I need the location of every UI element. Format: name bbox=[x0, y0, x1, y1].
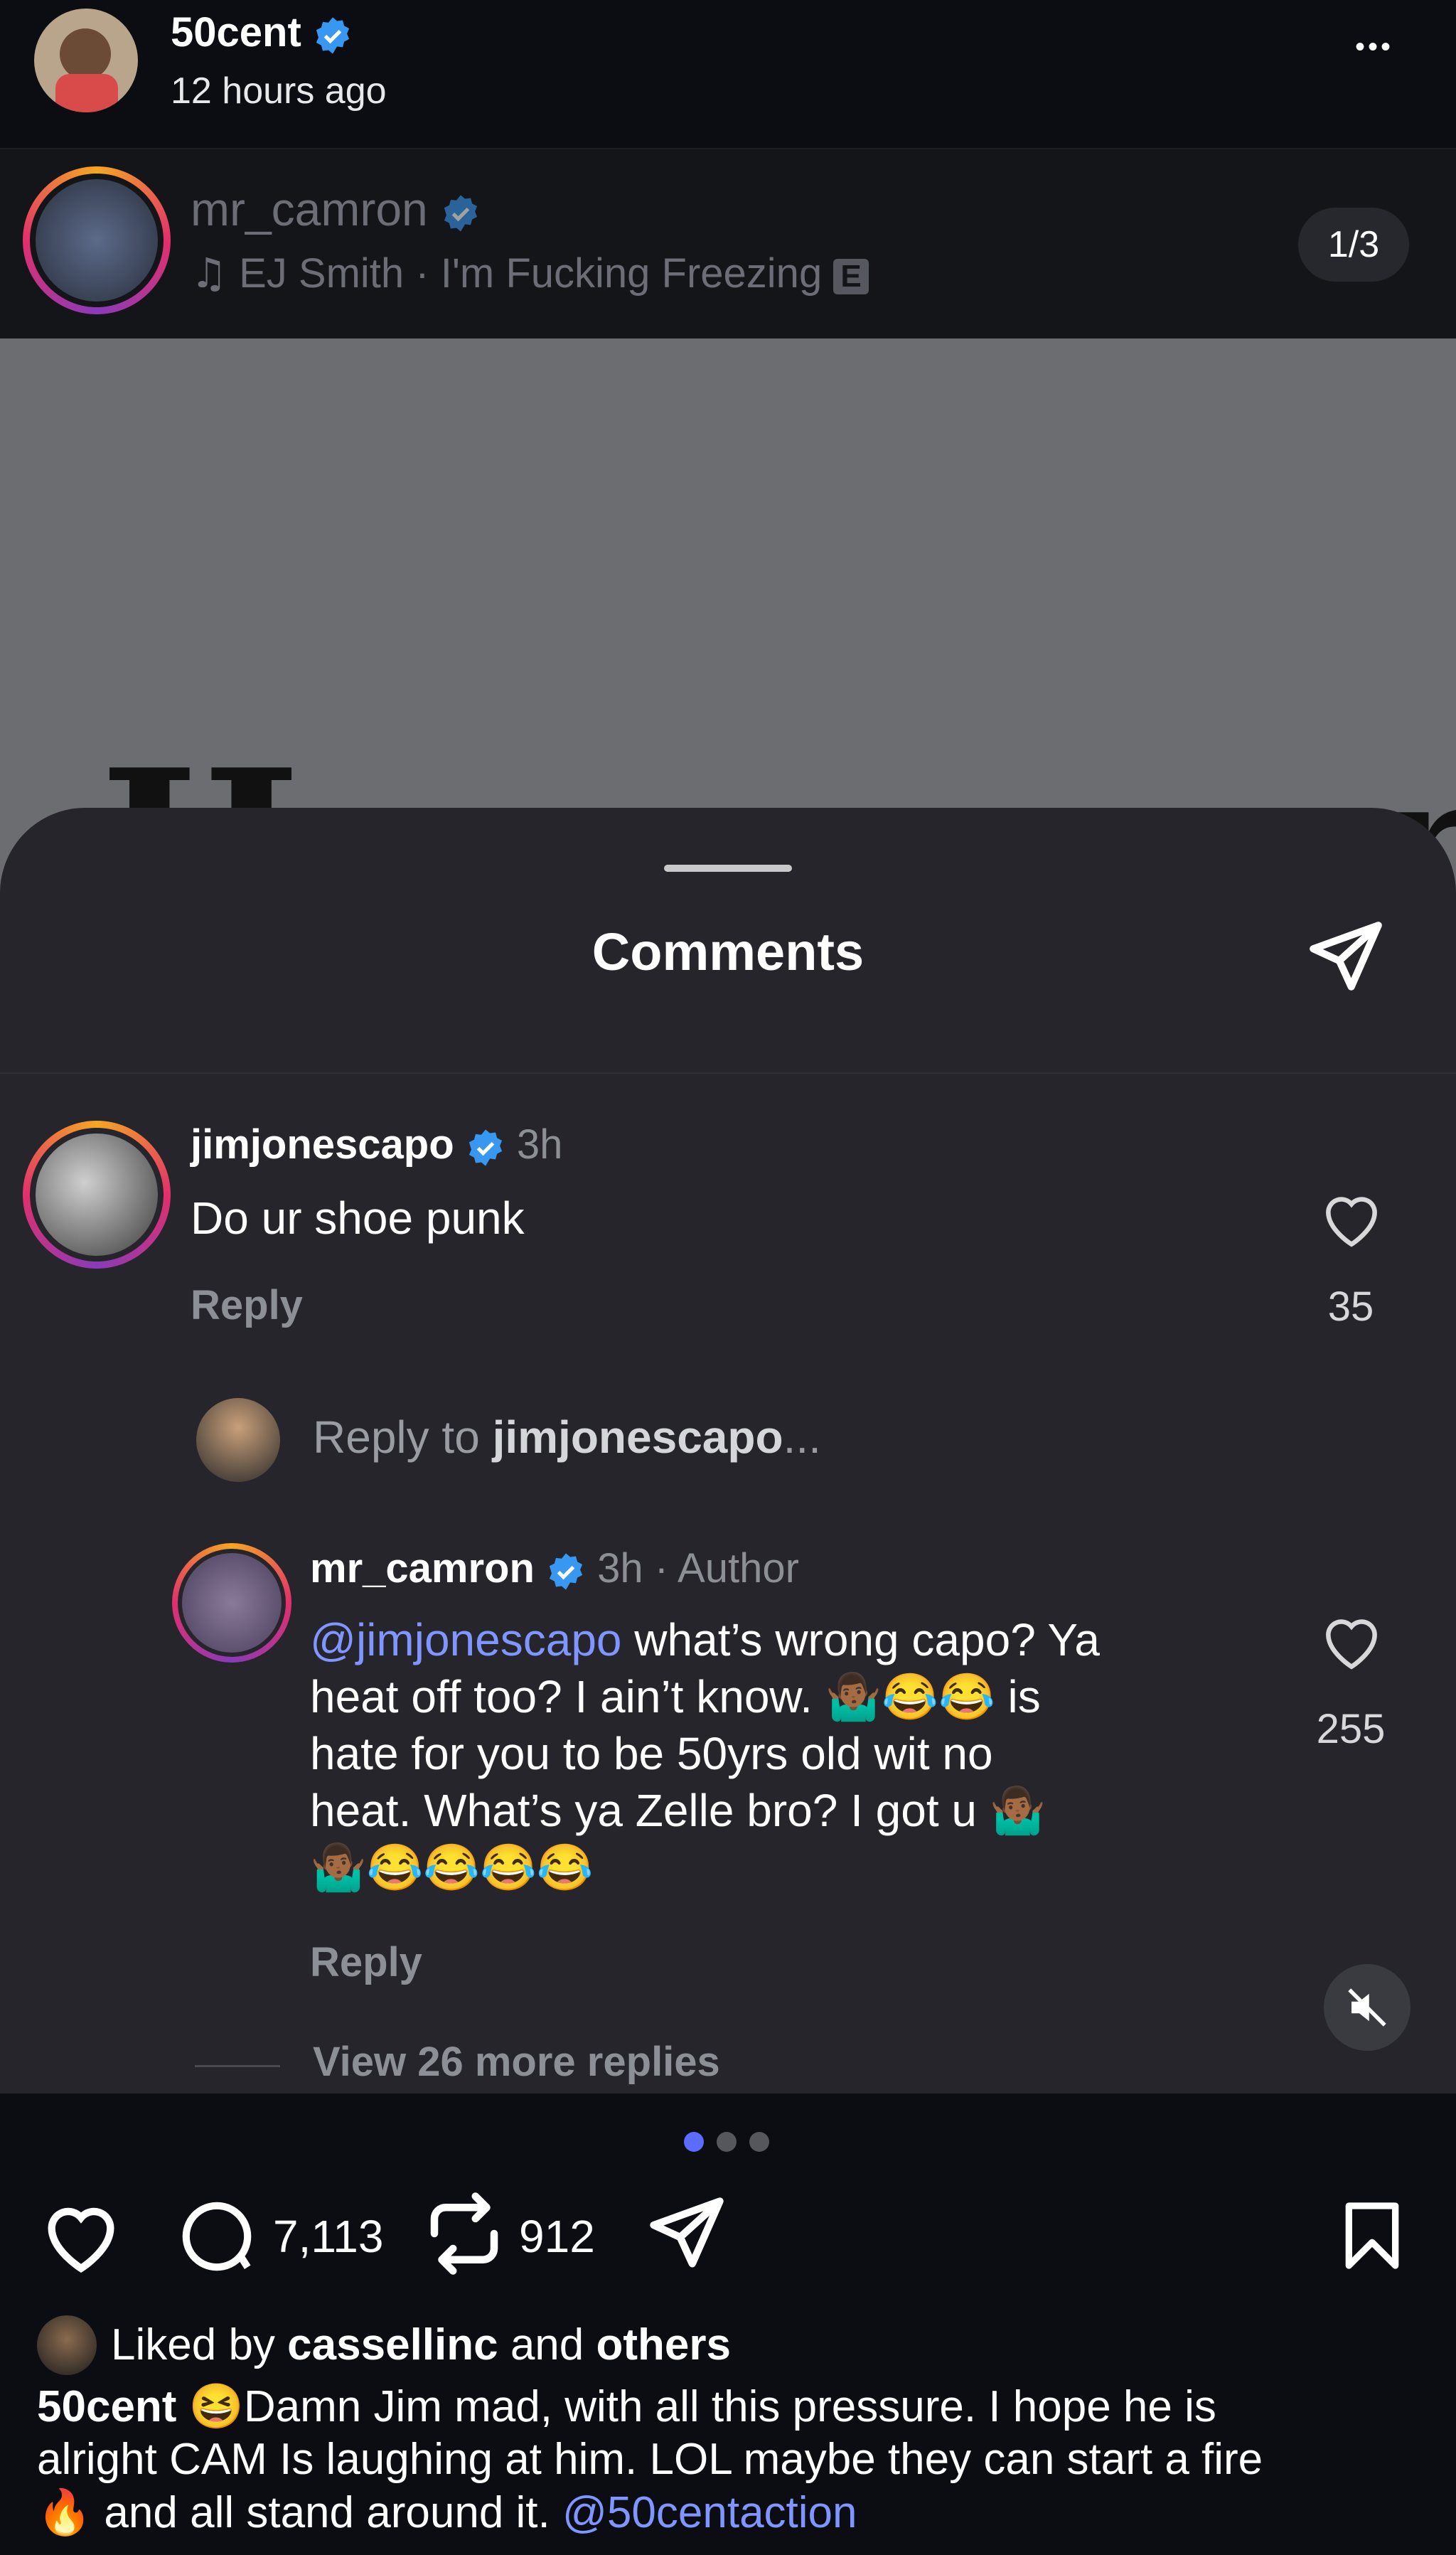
commenter-avatar[interactable] bbox=[23, 1121, 171, 1269]
reply-header: mr_camron 3h · Author bbox=[310, 1545, 799, 1592]
like-heart-icon[interactable] bbox=[1317, 1185, 1386, 1254]
comment-count: 7,113 bbox=[273, 2211, 384, 2262]
post-caption: 50cent 😆Damn Jim mad, with all this pres… bbox=[37, 2382, 1263, 2538]
reply-text: @jimjonescapo what’s wrong capo? Ya heat… bbox=[310, 1614, 1100, 1893]
reply-button[interactable]: Reply bbox=[191, 1281, 303, 1329]
post-header: 50cent 12 hours ago ••• bbox=[0, 0, 1456, 149]
more-options-icon[interactable]: ••• bbox=[1355, 31, 1393, 63]
reply-mention-link[interactable]: @jimjonescapo bbox=[310, 1614, 622, 1665]
verified-icon bbox=[444, 194, 478, 232]
reply-author-avatar[interactable] bbox=[172, 1543, 291, 1663]
comment-username[interactable]: jimjonescapo bbox=[191, 1121, 454, 1168]
verified-icon bbox=[469, 1129, 502, 1166]
reel-header: mr_camron ♫ EJ Smith · I'm Fucking Freez… bbox=[0, 149, 1456, 338]
reel-author-avatar[interactable] bbox=[23, 166, 171, 314]
reply-like-count: 255 bbox=[1316, 1706, 1386, 1752]
reel-music[interactable]: ♫ EJ Smith · I'm Fucking Freezing E bbox=[191, 249, 869, 297]
liker-avatar bbox=[37, 2315, 97, 2375]
view-more-replies[interactable]: View 26 more replies bbox=[313, 2038, 720, 2086]
comment-header: jimjonescapo 3h bbox=[191, 1121, 562, 1168]
carousel-dots bbox=[684, 2132, 772, 2153]
bookmark-icon[interactable] bbox=[1332, 2192, 1412, 2280]
sheet-title: Comments bbox=[592, 922, 864, 981]
explicit-badge: E bbox=[833, 258, 869, 294]
reel-username[interactable]: mr_camron bbox=[191, 182, 481, 236]
sheet-drag-handle[interactable] bbox=[664, 865, 792, 872]
mute-toggle[interactable] bbox=[1324, 1964, 1410, 2051]
carousel-dot bbox=[749, 2132, 769, 2152]
comment-icon[interactable] bbox=[173, 2193, 260, 2280]
current-user-avatar bbox=[196, 1398, 280, 1482]
like-heart-icon[interactable] bbox=[1317, 1607, 1386, 1677]
reply-input-prompt[interactable]: Reply to jimjonescapo... bbox=[313, 1411, 821, 1463]
carousel-dot-active bbox=[684, 2132, 704, 2152]
verified-icon bbox=[316, 17, 350, 54]
like-icon[interactable] bbox=[37, 2193, 125, 2281]
music-note-icon: ♫ bbox=[191, 249, 228, 297]
reply-username[interactable]: mr_camron bbox=[310, 1545, 535, 1591]
caption-mention-link[interactable]: @50centaction bbox=[562, 2488, 857, 2537]
repost-icon[interactable] bbox=[419, 2189, 509, 2278]
reply-button[interactable]: Reply bbox=[310, 1938, 422, 1986]
post-time: 12 hours ago bbox=[171, 70, 387, 112]
comment-text: Do ur shoe punk bbox=[191, 1193, 525, 1244]
reply-meta: 3h · Author bbox=[597, 1545, 799, 1591]
comment-like-count: 35 bbox=[1327, 1284, 1374, 1330]
comment-time: 3h bbox=[516, 1121, 563, 1168]
comments-sheet: Comments jimjonescapo 3h Do ur shoe punk… bbox=[0, 808, 1456, 2093]
caption-username[interactable]: 50cent bbox=[37, 2382, 176, 2431]
speaker-muted-icon bbox=[1348, 1988, 1386, 2027]
author-username[interactable]: 50cent bbox=[171, 9, 353, 56]
view-more-line bbox=[195, 2065, 280, 2067]
send-icon[interactable] bbox=[643, 2190, 731, 2278]
repost-count: 912 bbox=[519, 2211, 595, 2262]
reel-page-counter: 1/3 bbox=[1298, 208, 1409, 282]
share-icon[interactable] bbox=[1302, 914, 1389, 1001]
sheet-divider bbox=[0, 1072, 1456, 1074]
verified-icon bbox=[549, 1553, 583, 1590]
carousel-dot bbox=[717, 2132, 737, 2152]
liked-by-text[interactable]: Liked by cassellinc and others bbox=[111, 2320, 731, 2370]
author-avatar[interactable] bbox=[34, 9, 138, 112]
